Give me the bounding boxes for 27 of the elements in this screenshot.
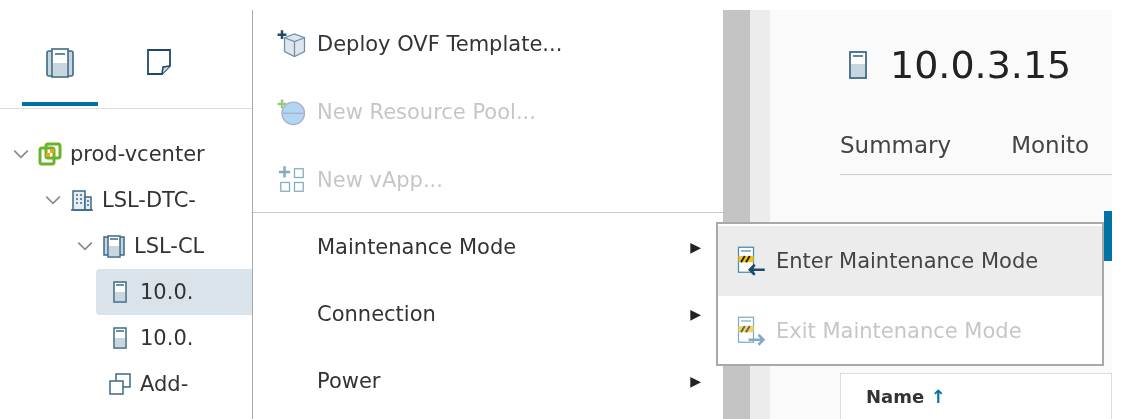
server-icon (848, 50, 868, 80)
note-icon (146, 48, 174, 78)
tree-item[interactable]: LSL-DTC- (32, 177, 252, 223)
pie-plus-icon (277, 97, 307, 127)
column-header[interactable]: Name ↑ (866, 386, 946, 407)
tree-item[interactable]: LSL-CL (64, 223, 252, 269)
cluster-icon (102, 234, 126, 258)
tree-item[interactable]: 10.0. (96, 315, 252, 361)
grid-plus-icon (277, 165, 307, 195)
menu-item[interactable]: Maintenance Mode ▶ (253, 213, 715, 280)
menu-item[interactable]: Enter Maintenance Mode (718, 226, 1102, 296)
menu-item[interactable]: Power ▶ (253, 347, 715, 414)
box-plus-icon (277, 29, 307, 59)
tab[interactable]: Monito (1011, 132, 1090, 158)
maintenance-exit-icon (736, 316, 766, 346)
maintenance-enter-icon (736, 246, 766, 276)
tree-item[interactable]: Add- (96, 361, 252, 407)
menu-item[interactable]: Connection ▶ (253, 280, 715, 347)
vapp-icon (108, 372, 132, 396)
tree-item[interactable]: 10.0. (96, 269, 252, 315)
hosts-icon (46, 48, 74, 78)
host-title: 10.0.3.15 (890, 43, 1072, 87)
menu-item[interactable]: Deploy OVF Template... (253, 10, 723, 78)
tree-item[interactable]: prod-vcenter (0, 131, 252, 177)
building-icon (70, 188, 94, 212)
vcenter-icon (38, 142, 62, 166)
tab[interactable]: Summary (840, 132, 952, 158)
